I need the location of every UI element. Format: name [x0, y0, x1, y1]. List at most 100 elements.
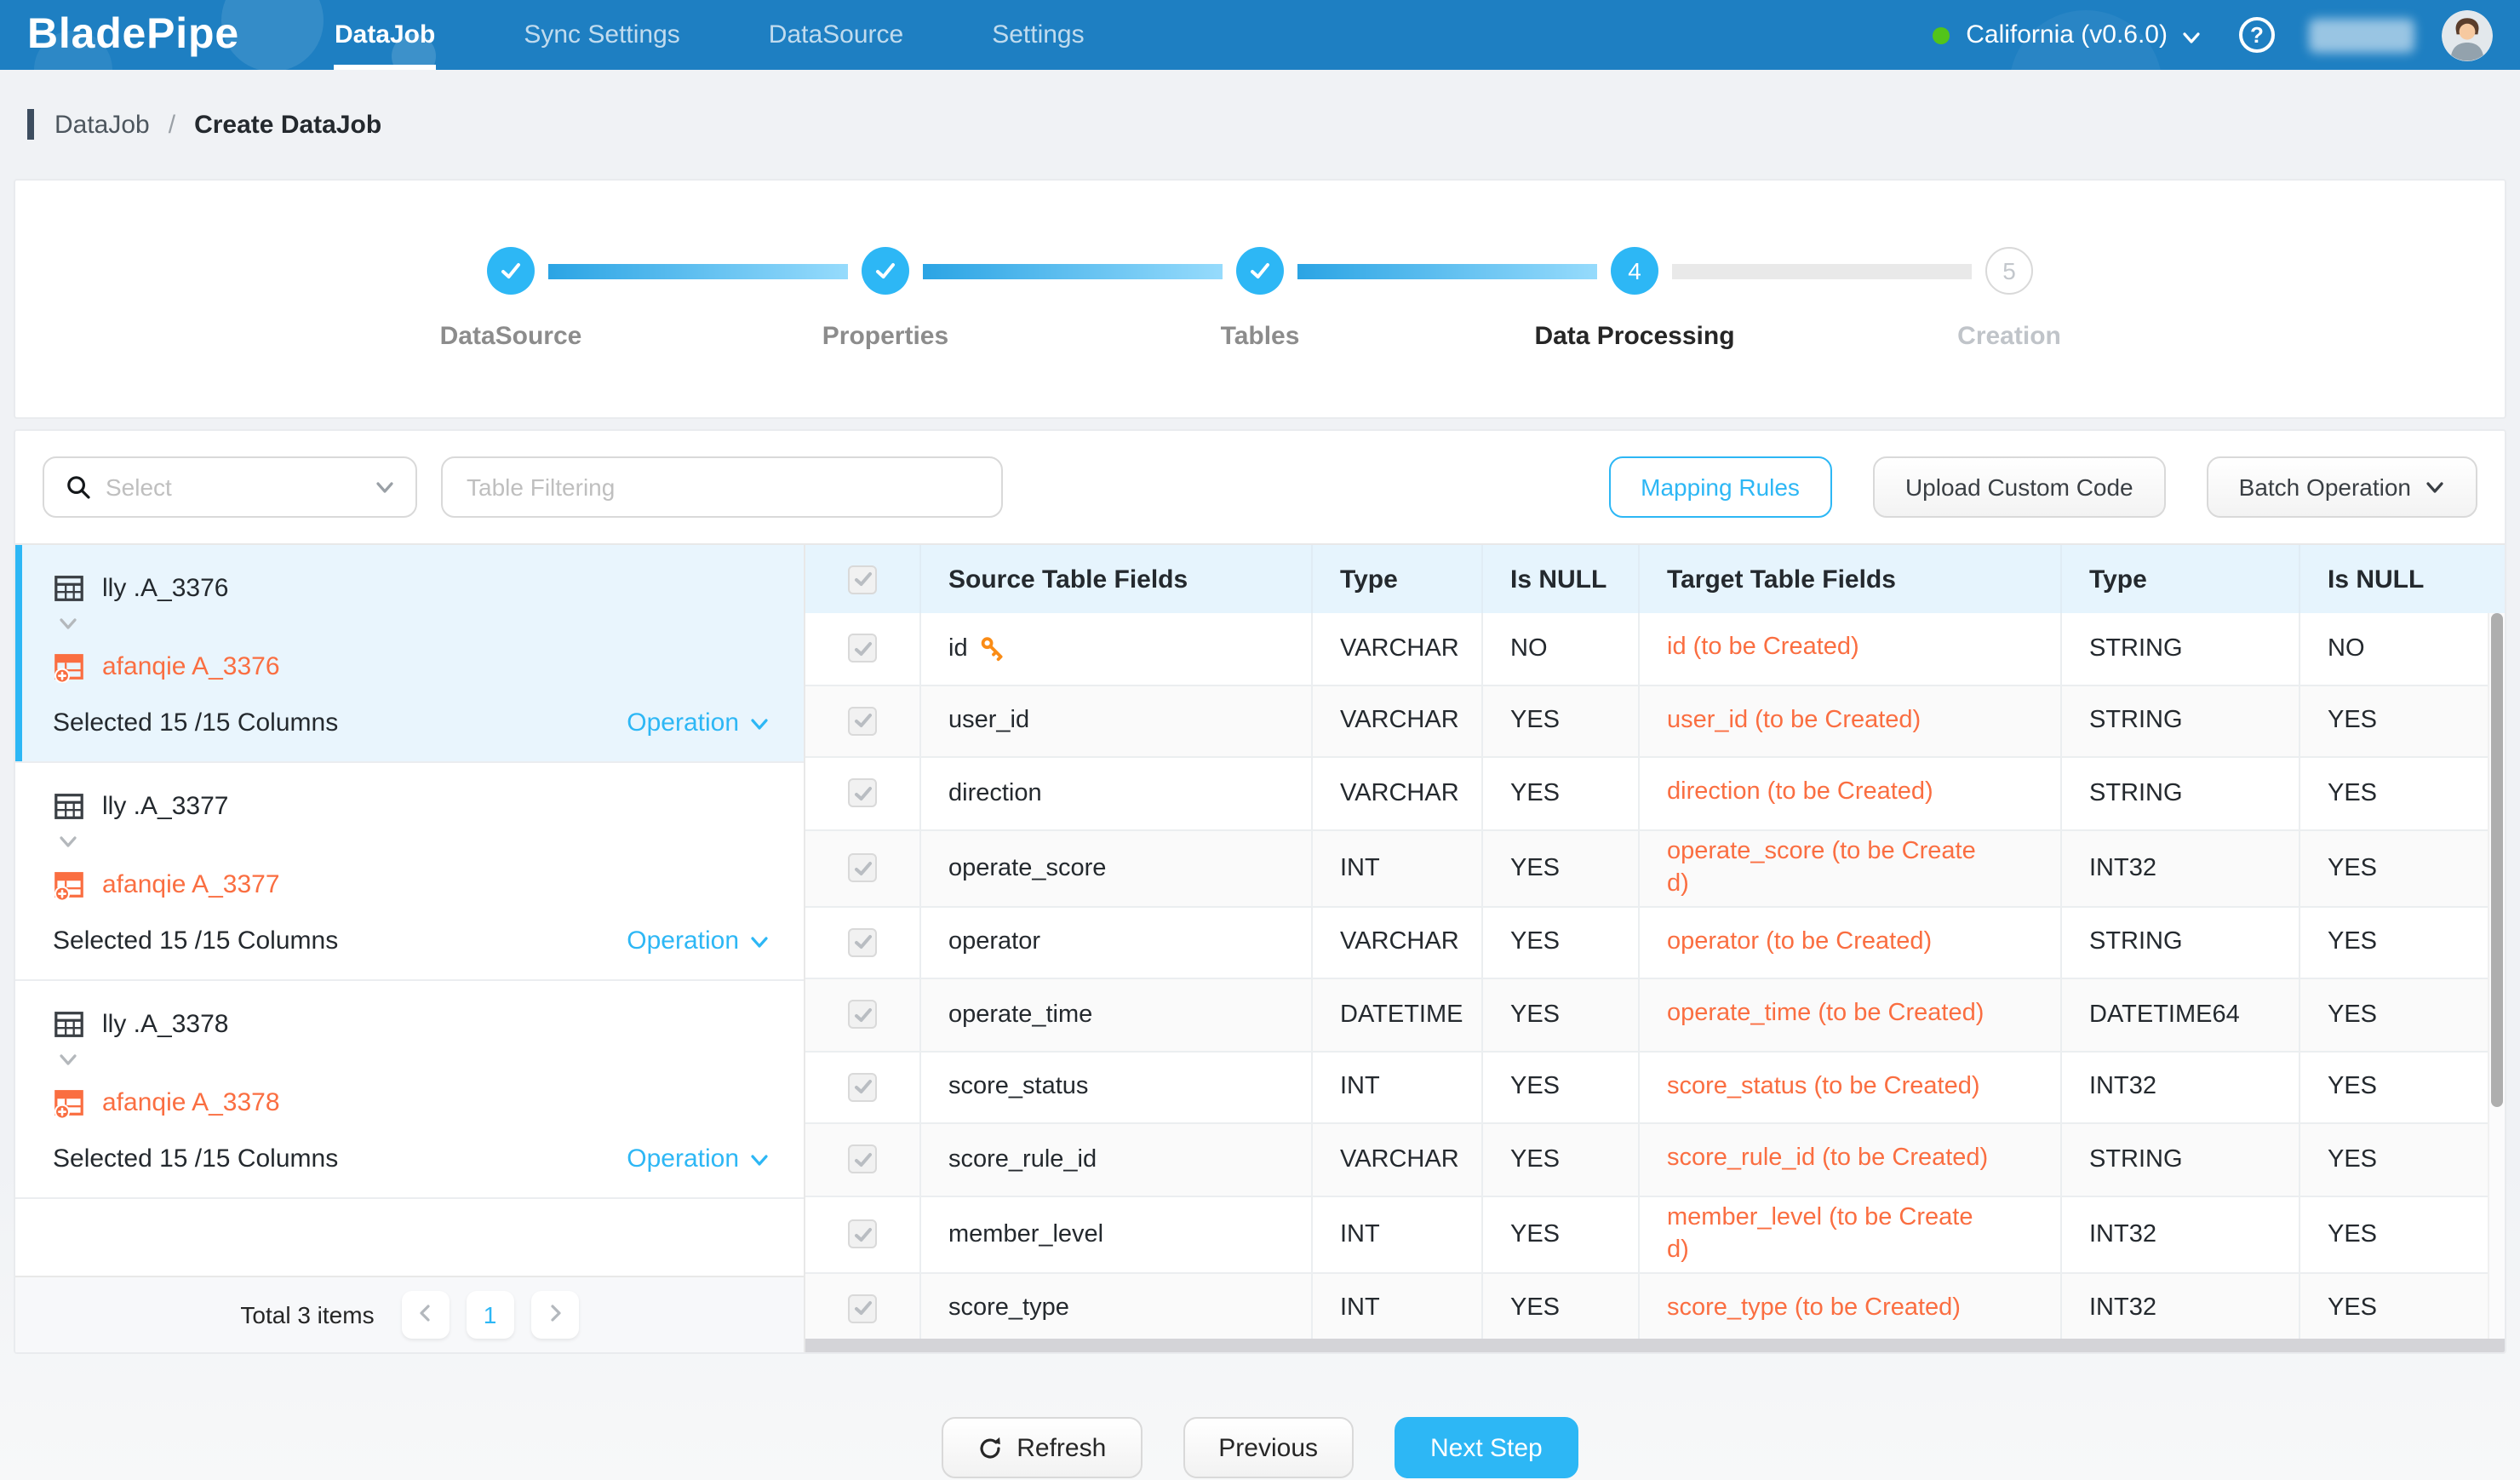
row-checkbox[interactable] [848, 634, 877, 663]
chevron-right-icon [545, 1301, 565, 1328]
nav-item-sync-settings[interactable]: Sync Settings [479, 0, 724, 70]
source-type: VARCHAR [1340, 1146, 1459, 1173]
select-all-checkbox[interactable] [848, 565, 877, 594]
map-direction-row [53, 613, 770, 640]
cell-target-type: DATETIME64 [2062, 979, 2300, 1050]
mapping-rules-button[interactable]: Mapping Rules [1608, 456, 1832, 518]
header-checkbox-cell [805, 545, 921, 613]
source-type: VARCHAR [1340, 929, 1459, 956]
batch-operation-label: Batch Operation [2239, 473, 2411, 501]
cell-target-type: STRING [2062, 613, 2300, 684]
target-table-name: afanqie A_3378 [102, 1087, 280, 1116]
operation-link[interactable]: Operation [627, 1144, 770, 1173]
breadcrumb-parent[interactable]: DataJob [54, 110, 150, 139]
row-checkbox-cell [805, 758, 921, 829]
table-row: user_idVARCHARYESuser_id (to be Created)… [805, 686, 2505, 758]
target-table-name: afanqie A_3377 [102, 869, 280, 898]
table-row: member_levelINTYESmember_level (to be Cr… [805, 1196, 2505, 1273]
row-checkbox[interactable] [848, 1294, 877, 1323]
cell-target-isnull: YES [2300, 830, 2505, 905]
step-check-icon[interactable] [862, 247, 909, 295]
batch-operation-button[interactable]: Batch Operation [2207, 456, 2477, 518]
vertical-scrollbar-thumb[interactable] [2491, 613, 2503, 1107]
step-number-badge[interactable]: 4 [1611, 247, 1658, 295]
table-select-dropdown[interactable]: Select [43, 456, 417, 518]
table-filter-input[interactable] [441, 456, 1003, 518]
row-checkbox[interactable] [848, 707, 877, 736]
refresh-button[interactable]: Refresh [942, 1417, 1142, 1478]
table-row: score_status INT YES score_status (to be Cr… [805, 1052, 2505, 1124]
cell-source-isnull: NO [1483, 613, 1640, 684]
target-isnull: YES [2328, 780, 2377, 807]
nav-item-datajob[interactable]: DataJob [290, 0, 479, 70]
next-step-button[interactable]: Next Step [1395, 1417, 1578, 1478]
source-table-name: lly .A_3378 [102, 1009, 228, 1038]
cell-source-field: user_id [921, 686, 1313, 756]
toolbar: Select Mapping Rules Upload Custom Code … [15, 431, 2505, 543]
source-table-row: lly .A_3378 [53, 1003, 770, 1044]
select-placeholder: Select [106, 473, 375, 501]
table-pair-item[interactable]: lly .A_3378afanqie A_3378Selected 15 /15… [15, 981, 804, 1199]
table-pair-item[interactable]: lly .A_3377afanqie A_3377Selected 15 /15… [15, 763, 804, 981]
target-type: DATETIME64 [2089, 1001, 2240, 1029]
avatar[interactable] [2442, 9, 2493, 60]
brand-logo[interactable]: BladePipe [27, 10, 239, 60]
step-check-icon[interactable] [487, 247, 535, 295]
row-checkbox[interactable] [848, 1073, 877, 1102]
step-number: 4 [1628, 257, 1641, 284]
upload-custom-code-label: Upload Custom Code [1905, 473, 2133, 501]
target-type: INT32 [2089, 1074, 2156, 1101]
source-type: INT [1340, 1074, 1380, 1101]
operation-link[interactable]: Operation [627, 926, 770, 955]
page: BladePipe DataJobSync SettingsDataSource… [0, 0, 2520, 1480]
target-table-row: afanqie A_3378 [53, 1081, 770, 1122]
target-field-name: score_status (to be Created) [1667, 1071, 1980, 1104]
row-checkbox[interactable] [848, 1145, 877, 1174]
step-number-badge[interactable]: 5 [1985, 247, 2033, 295]
region-selector[interactable]: California (v0.6.0) [1966, 20, 2202, 49]
row-checkbox[interactable] [848, 1001, 877, 1030]
operation-link[interactable]: Operation [627, 708, 770, 737]
next-step-label: Next Step [1430, 1433, 1543, 1462]
row-checkbox[interactable] [848, 853, 877, 882]
pagination-page-button[interactable]: 1 [467, 1291, 514, 1339]
nav-item-datasource[interactable]: DataSource [724, 0, 948, 70]
table-add-icon [53, 868, 85, 900]
step-indicator-row [698, 247, 1073, 295]
map-direction-row [53, 831, 770, 858]
step-label: Properties [822, 322, 948, 351]
cell-target-type: INT32 [2062, 1273, 2300, 1344]
source-field-name: score_status [948, 1074, 1088, 1101]
target-isnull: YES [2328, 1074, 2377, 1101]
step-check-icon[interactable] [1236, 247, 1284, 295]
cell-target-field: operate_time (to be Created) [1640, 979, 2062, 1050]
selection-summary-row: Selected 15 /15 ColumnsOperation [53, 703, 770, 741]
pagination-next-button[interactable] [531, 1291, 579, 1339]
header-target-isnull: Is NULL [2300, 545, 2505, 613]
step-label: Creation [1957, 322, 2061, 351]
target-field-name: operate_score (to be Created) [1667, 835, 1990, 900]
row-checkbox[interactable] [848, 928, 877, 957]
cell-target-type: INT32 [2062, 830, 2300, 905]
upload-custom-code-button[interactable]: Upload Custom Code [1873, 456, 2166, 518]
chevron-down-icon [749, 714, 770, 734]
row-checkbox[interactable] [848, 1219, 877, 1248]
source-field-name: operate_score [948, 854, 1106, 881]
target-field-name: direction (to be Created) [1667, 777, 1933, 810]
step-number: 5 [2002, 257, 2016, 284]
cell-source-field: score_status [921, 1052, 1313, 1122]
source-field-name: user_id [948, 708, 1029, 735]
step-indicator-row: 5 [1822, 247, 2196, 295]
header-target-type: Type [2062, 545, 2300, 613]
table-pair-item[interactable]: lly .A_3376afanqie A_3376Selected 15 /15… [15, 545, 804, 763]
cell-source-type: INT [1313, 1052, 1483, 1122]
horizontal-scrollbar[interactable] [805, 1339, 2505, 1352]
cell-target-type: STRING [2062, 758, 2300, 829]
nav-item-settings[interactable]: Settings [948, 0, 1128, 70]
pagination-prev-button[interactable] [402, 1291, 450, 1339]
row-checkbox-cell [805, 1196, 921, 1271]
cell-source-isnull: YES [1483, 1196, 1640, 1271]
help-icon[interactable]: ? [2239, 17, 2275, 53]
previous-button[interactable]: Previous [1183, 1417, 1354, 1478]
row-checkbox[interactable] [848, 779, 877, 808]
